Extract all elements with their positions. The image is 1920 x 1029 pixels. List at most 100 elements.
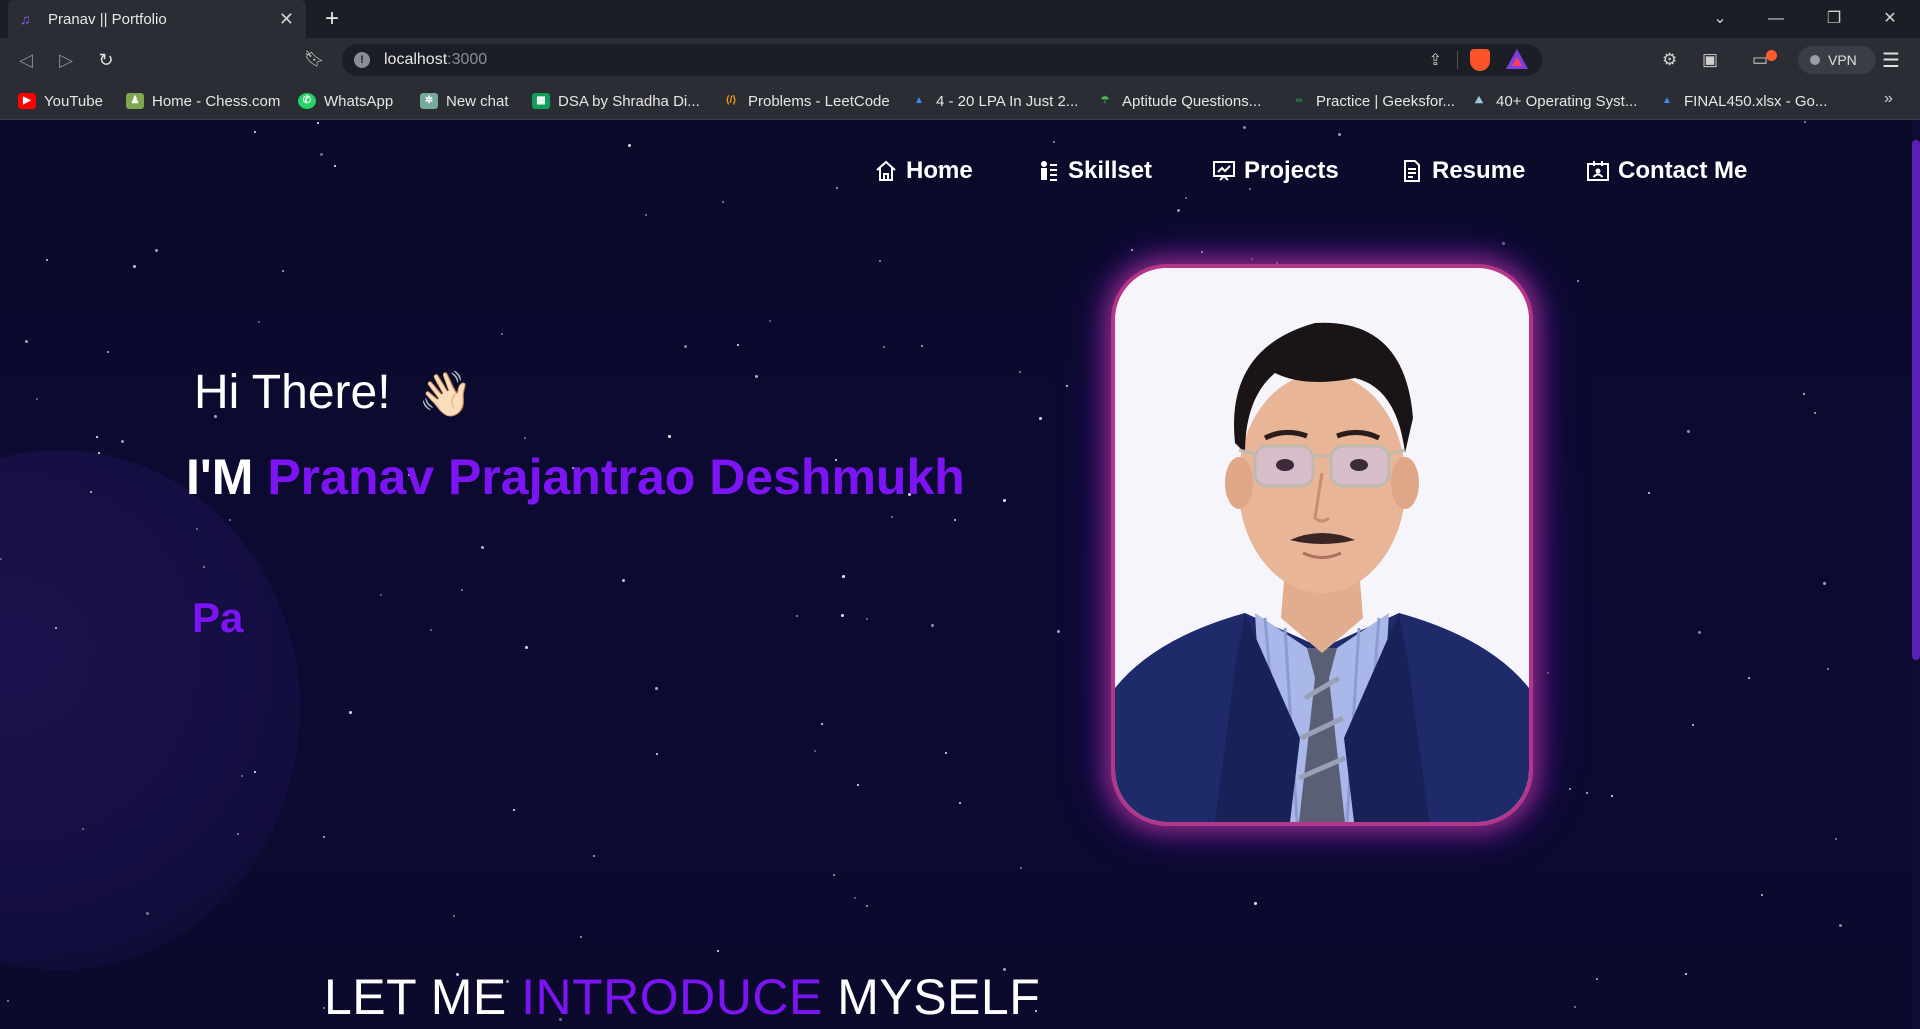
brave-shields-icon[interactable] [1470,49,1490,71]
drive-icon: ▲ [1658,93,1676,109]
hero-name: Pranav Prajantrao Deshmukh [267,449,965,505]
bookmark-page-icon[interactable]: 🔖︎ [302,46,326,74]
sidebar-icon[interactable]: ▣ [1702,50,1718,70]
star-dot [1835,838,1837,840]
browser-tab-bar: ♫ Pranav || Portfolio ✕ + ⌄ — ❐ ✕ [0,0,1920,38]
star-dot [1502,242,1505,245]
minimize-button[interactable]: — [1752,0,1800,38]
star-dot [655,687,658,690]
background-blob [0,450,300,970]
star-dot [1254,902,1257,905]
url-text[interactable]: localhost:3000 [384,51,487,69]
star-dot [1053,141,1055,143]
hero-greeting: Hi There! [194,366,391,419]
star-dot [959,802,961,804]
bookmark-final450[interactable]: ▲ FINAL450.xlsx - Go... [1658,91,1827,111]
tab-title: Pranav || Portfolio [48,10,167,28]
star-dot [196,528,198,530]
leetcode-icon: ⟨/⟩ [722,93,740,109]
bookmark-dsa-sheet[interactable]: ▦ DSA by Shradha Di... [532,91,700,111]
star-dot [755,375,758,378]
forward-button[interactable]: ▷ [52,46,80,74]
vpn-button[interactable]: VPN [1798,46,1876,74]
star-dot [796,615,798,617]
chatgpt-icon: ✲ [420,93,438,109]
star-dot [1185,197,1187,199]
star-dot [430,629,432,631]
star-dot [593,855,595,857]
browser-tab-active[interactable]: ♫ Pranav || Portfolio ✕ [8,0,306,38]
star-dot [842,575,845,578]
star-dot [317,122,319,124]
new-tab-button[interactable]: + [318,5,346,33]
star-dot [513,809,515,811]
star-dot [622,579,625,582]
star-dot [580,936,582,938]
nav-home[interactable]: Home [874,154,973,188]
bookmarks-bar: ▶ YouTube ♟ Home - Chess.com ✆ WhatsApp ✲ Ne… [0,82,1920,120]
star-dot [737,344,739,346]
menu-icon[interactable]: ☰ [1882,48,1900,73]
star-dot [879,260,881,262]
star-dot [769,320,771,322]
bookmark-os-questions[interactable]: ⛰ 40+ Operating Syst... [1470,91,1637,111]
bookmark-drive-lpa[interactable]: ▲ 4 - 20 LPA In Just 2... [910,91,1078,111]
bookmark-new-chat[interactable]: ✲ New chat [420,91,509,111]
star-dot [82,828,84,830]
star-dot [334,165,336,167]
nav-contact[interactable]: Contact Me [1586,154,1747,188]
restore-button[interactable]: ❐ [1810,0,1858,38]
star-dot [1814,412,1816,414]
star-dot [55,627,57,629]
gfg-icon: ∞ [1290,93,1308,109]
star-dot [36,398,38,400]
site-info-icon[interactable]: ! [354,52,370,68]
site-favicon-icon: ♫ [20,11,31,27]
back-button[interactable]: ◁ [12,46,40,74]
nav-skillset[interactable]: Skillset [1036,154,1152,188]
scrollbar-track[interactable] [1912,120,1920,1029]
bookmark-aptitude[interactable]: ☂ Aptitude Questions... [1096,91,1261,111]
typewriter-text: Pa [192,594,244,641]
star-dot [1698,631,1701,634]
bookmark-chess[interactable]: ♟ Home - Chess.com [126,91,280,111]
waving-hand-icon: 👋🏻 [418,370,473,419]
star-dot [866,905,868,907]
star-dot [1547,672,1549,674]
share-icon[interactable]: ⇪ [1429,50,1442,70]
bookmark-leetcode[interactable]: ⟨/⟩ Problems - LeetCode [722,91,890,111]
hero-name-heading: I'M Pranav Prajantrao Deshmukh [186,449,965,505]
nav-projects[interactable]: Projects [1212,154,1339,188]
close-tab-icon[interactable]: ✕ [279,9,294,30]
star-dot [921,345,923,347]
bookmarks-overflow-icon[interactable]: » [1884,90,1893,108]
bookmark-whatsapp[interactable]: ✆ WhatsApp [298,91,393,111]
brave-rewards-icon[interactable] [1506,49,1528,69]
star-dot [1057,630,1060,633]
star-dot [1687,430,1690,433]
bookmark-geeksforgeeks[interactable]: ∞ Practice | Geeksfor... [1290,91,1455,111]
portfolio-page: Home Skillset Projects Resume Contact Me… [0,120,1920,1029]
star-dot [1569,788,1571,790]
star-dot [46,259,48,261]
tab-search-button[interactable]: ⌄ [1696,0,1744,38]
address-bar[interactable]: ! localhost:3000 ⇪ [342,44,1542,76]
star-dot [25,340,28,343]
star-dot [1586,792,1588,794]
scrollbar-thumb[interactable] [1912,140,1920,660]
nav-resume[interactable]: Resume [1400,154,1525,188]
star-dot [203,566,205,568]
star-dot [107,351,109,353]
resume-icon [1404,160,1420,182]
star-dot [229,519,231,521]
close-window-button[interactable]: ✕ [1866,0,1914,38]
bookmark-youtube[interactable]: ▶ YouTube [18,91,103,111]
star-dot [645,214,647,216]
star-dot [1201,251,1203,253]
extensions-icon[interactable]: ⚙ [1662,50,1677,70]
star-dot [857,784,859,786]
star-dot [133,265,136,268]
youtube-icon: ▶ [18,93,36,109]
reload-button[interactable]: ↻ [92,46,120,74]
star-dot [1574,1006,1576,1008]
